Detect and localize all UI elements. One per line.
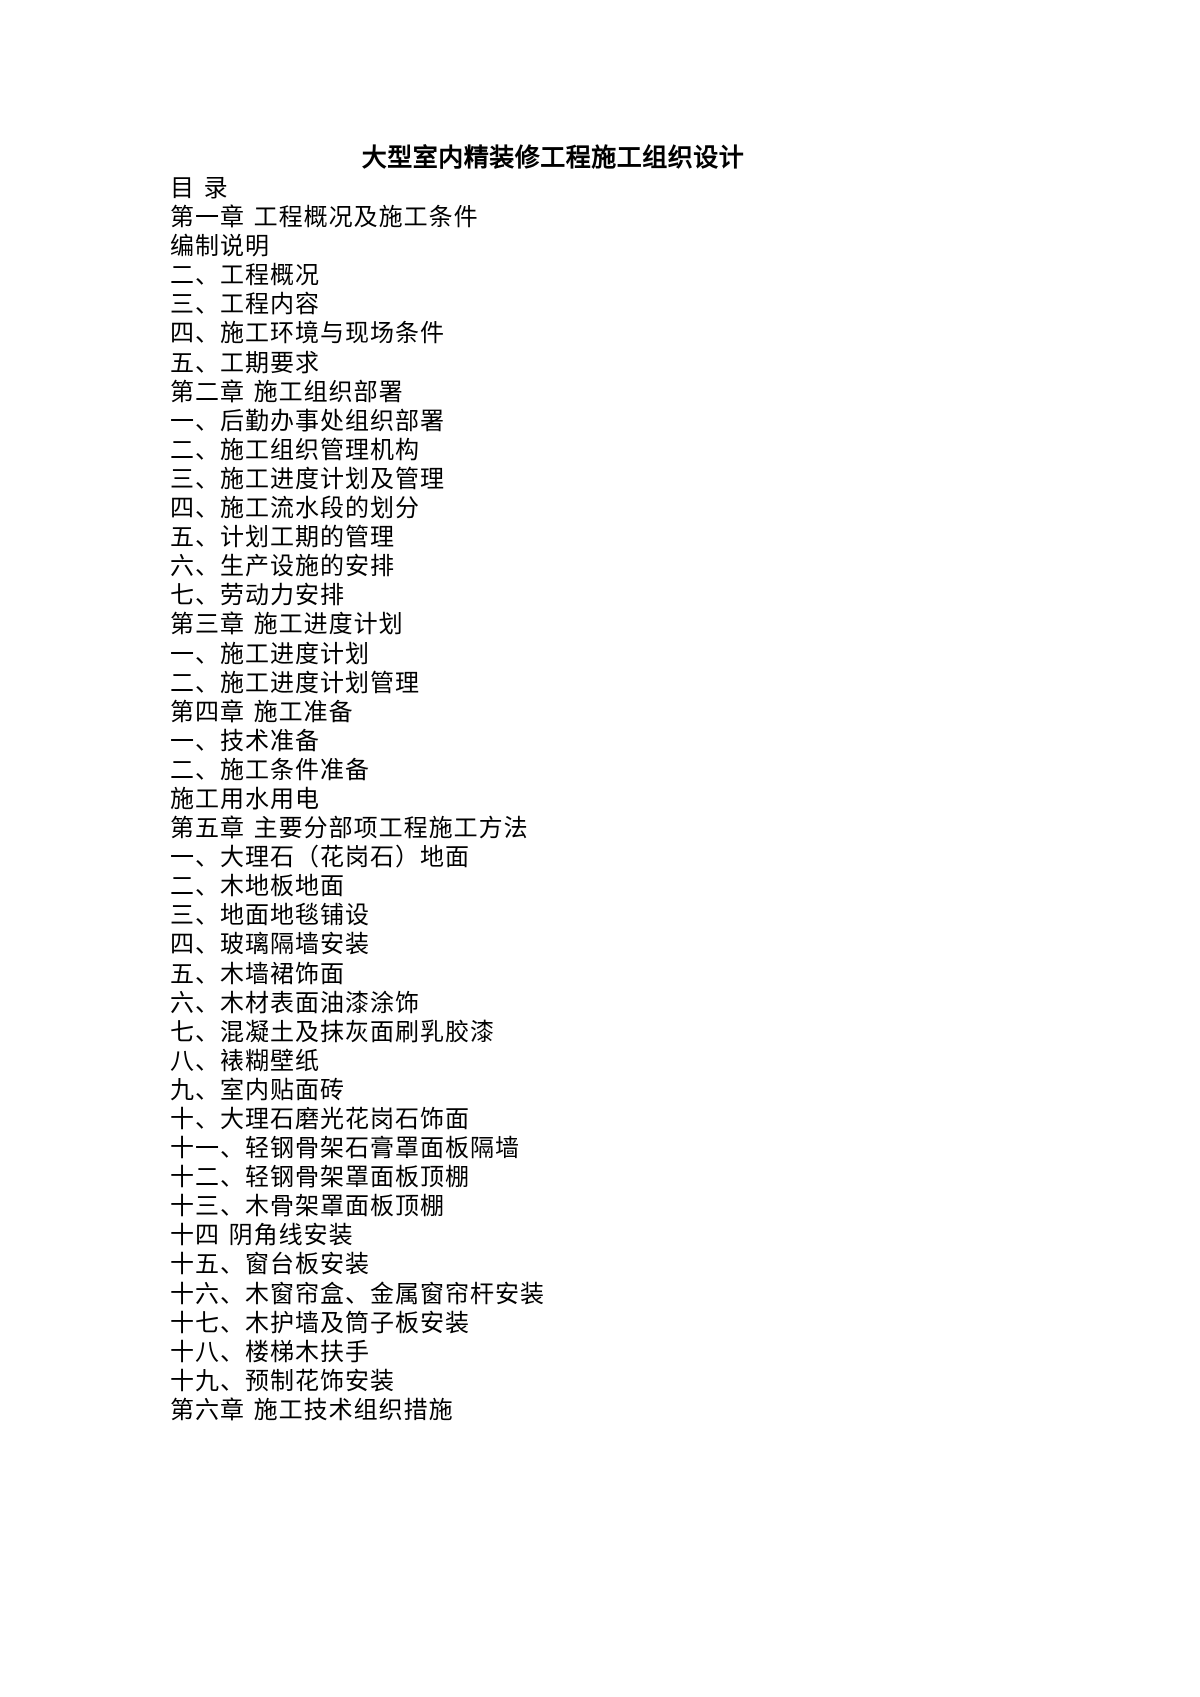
toc-item: 十、大理石磨光花岗石饰面 [170, 1105, 470, 1133]
toc-item: 十八、楼梯木扶手 [170, 1337, 370, 1366]
toc-item: 八、裱糊壁纸 [170, 1046, 320, 1075]
toc-chapter-3: 第三章 施工进度计划 [170, 610, 404, 639]
toc-item: 九、室内贴面砖 [170, 1075, 345, 1104]
toc-item: 三、施工进度计划及管理 [170, 464, 445, 493]
toc-item: 四、施工环境与现场条件 [170, 319, 445, 348]
toc-item: 五、工期要求 [170, 348, 320, 377]
toc-item: 二、工程概况 [170, 261, 320, 290]
toc-chapter-6: 第六章 施工技术组织措施 [170, 1395, 454, 1424]
toc-chapter-1: 第一章 工程概况及施工条件 [170, 203, 479, 232]
toc-item: 十六、木窗帘盒、金属窗帘杆安装 [170, 1279, 545, 1308]
toc-chapter-5: 第五章 主要分部项工程施工方法 [170, 814, 529, 843]
toc-item: 一、大理石（花岗石）地面 [170, 843, 470, 872]
toc-item: 一、技术准备 [170, 726, 320, 755]
table-of-contents: 目 录 第一章 工程概况及施工条件 编制说明 二、工程概况 三、工程内容 四、施… [170, 174, 545, 1425]
toc-item: 六、生产设施的安排 [170, 552, 395, 581]
toc-item: 二、施工组织管理机构 [170, 435, 420, 464]
toc-item: 六、木材表面油漆涂饰 [170, 988, 420, 1017]
toc-item: 十七、木护墙及筒子板安装 [170, 1308, 470, 1337]
toc-item: 三、地面地毯铺设 [170, 901, 370, 930]
toc-item: 一、后勤办事处组织部署 [170, 406, 445, 435]
toc-item: 十五、窗台板安装 [170, 1250, 370, 1279]
toc-item: 五、计划工期的管理 [170, 523, 395, 552]
toc-item: 十二、轻钢骨架罩面板顶棚 [170, 1163, 470, 1192]
toc-chapter-4: 第四章 施工准备 [170, 697, 354, 726]
toc-item: 五、木墙裙饰面 [170, 959, 345, 988]
toc-item: 二、施工条件准备 [170, 755, 370, 784]
toc-item: 二、木地板地面 [170, 872, 345, 901]
toc-item: 三、工程内容 [170, 290, 320, 319]
toc-item: 十三、木骨架罩面板顶棚 [170, 1192, 445, 1221]
toc-item: 二、施工进度计划管理 [170, 668, 420, 697]
toc-item: 十一、轻钢骨架石膏罩面板隔墙 [170, 1134, 520, 1163]
toc-chapter-2: 第二章 施工组织部署 [170, 377, 404, 406]
toc-item: 一、施工进度计划 [170, 639, 370, 668]
toc-item: 施工用水用电 [170, 784, 320, 813]
toc-heading: 目 录 [170, 174, 229, 202]
toc-item: 十四 阴角线安装 [170, 1221, 354, 1250]
toc-item: 四、施工流水段的划分 [170, 494, 420, 523]
toc-item: 七、劳动力安排 [170, 581, 345, 610]
document-title: 大型室内精装修工程施工组织设计 [361, 143, 745, 172]
toc-item: 七、混凝土及抹灰面刷乳胶漆 [170, 1017, 495, 1046]
document-page: 大型室内精装修工程施工组织设计 目 录 第一章 工程概况及施工条件 编制说明 二… [0, 0, 1200, 1697]
toc-item: 四、玻璃隔墙安装 [170, 930, 370, 959]
toc-item: 十九、预制花饰安装 [170, 1366, 395, 1395]
toc-item: 编制说明 [170, 232, 270, 261]
